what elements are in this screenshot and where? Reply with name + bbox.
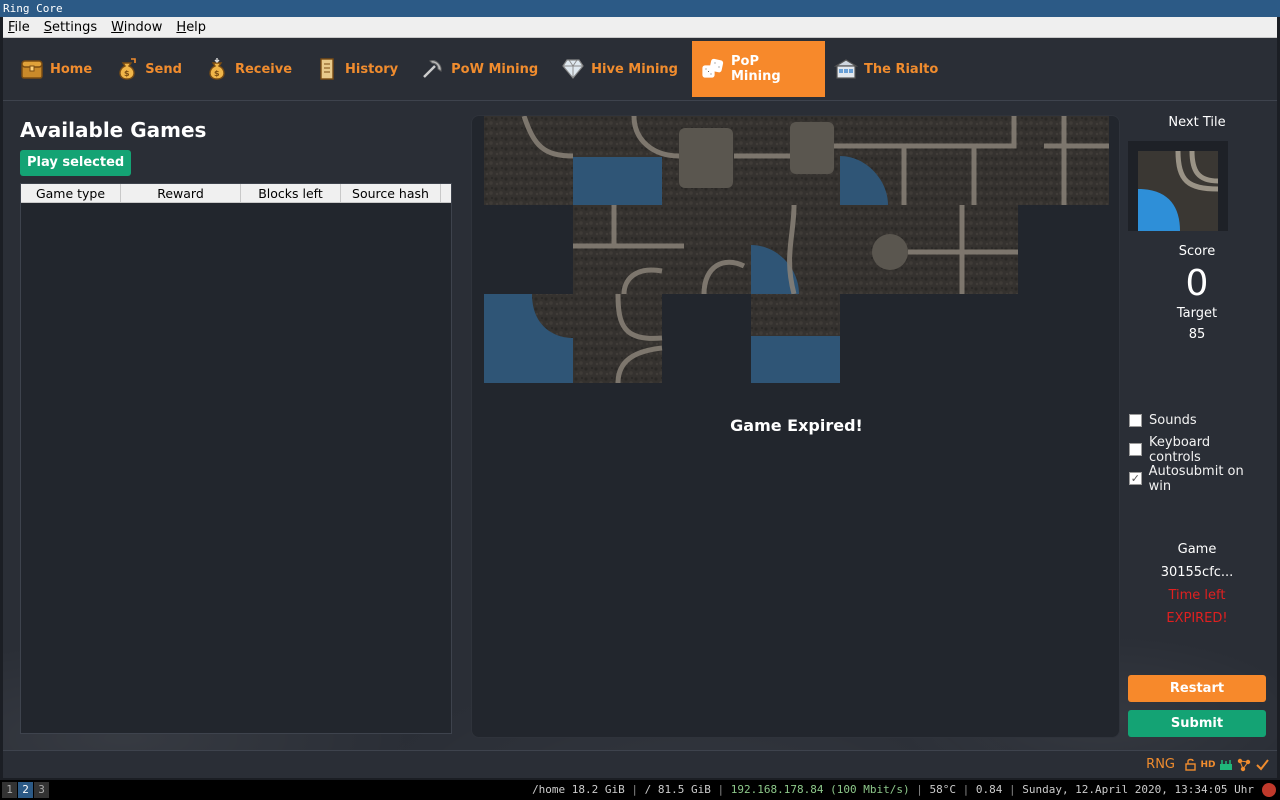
- system-taskbar: 1 2 3 /home 18.2 GiB | / 81.5 GiB | 192.…: [0, 780, 1280, 800]
- network-icon[interactable]: [1219, 758, 1233, 772]
- game-side-panel: Next Tile Score 0 Target 85 Sounds Keybo…: [1128, 115, 1266, 737]
- tab-receive-label: Receive: [234, 61, 293, 77]
- tab-hive-mining-label: Hive Mining: [591, 61, 678, 77]
- home-disk: /home 18.2 GiB: [532, 783, 625, 796]
- tile-row-3: [484, 293, 840, 384]
- column-reward[interactable]: Reward: [121, 184, 241, 202]
- status-indicators: RNG HD: [1146, 757, 1269, 772]
- game-id: 30155cfc...: [1160, 565, 1234, 580]
- scroll-icon: [315, 57, 339, 81]
- main-navigation: Home $ Send $ Receive History PoW Mining: [3, 38, 1277, 101]
- time-left-label: Time left: [1168, 588, 1226, 603]
- column-game-type[interactable]: Game type: [21, 184, 121, 202]
- tab-hive-mining[interactable]: Hive Mining: [552, 41, 692, 97]
- game-expired-message: Game Expired!: [730, 416, 863, 435]
- game-info: Game 30155cfc... Time left EXPIRED!: [1128, 538, 1266, 630]
- tab-send-label: Send: [145, 61, 182, 77]
- menu-help[interactable]: Help: [176, 20, 206, 35]
- tray-icon[interactable]: [1262, 783, 1276, 797]
- checkmark-icon[interactable]: [1255, 758, 1269, 772]
- target-value: 85: [1188, 327, 1206, 342]
- workspace-2[interactable]: 2: [18, 782, 33, 798]
- autosubmit-checkbox[interactable]: ✓: [1129, 472, 1142, 485]
- lock-open-icon[interactable]: [1183, 758, 1197, 772]
- next-tile-label: Next Tile: [1168, 115, 1226, 130]
- app-frame: Home $ Send $ Receive History PoW Mining: [3, 38, 1277, 778]
- menu-bar: File Settings Window Help: [3, 17, 1277, 38]
- money-bag-send-icon: $: [115, 57, 139, 81]
- games-table[interactable]: Game type Reward Blocks left Source hash: [20, 183, 452, 734]
- tab-the-rialto[interactable]: The Rialto: [825, 41, 952, 97]
- window-titlebar: Ring Core: [0, 0, 1280, 17]
- restart-button[interactable]: Restart: [1128, 675, 1266, 702]
- available-games-panel: Available Games Play selected Game type …: [20, 118, 453, 734]
- sounds-label: Sounds: [1149, 413, 1197, 428]
- dice-icon: [701, 57, 725, 81]
- tab-pow-mining-label: PoW Mining: [451, 61, 539, 77]
- tab-home-label: Home: [50, 61, 93, 77]
- tile-row-2: [573, 204, 1018, 295]
- game-label: Game: [1177, 542, 1217, 557]
- tab-home[interactable]: Home: [11, 41, 106, 97]
- diamond-icon: [561, 57, 585, 81]
- window-title: Ring Core: [3, 2, 63, 15]
- keyboard-controls-label: Keyboard controls: [1149, 434, 1211, 465]
- tab-history[interactable]: History: [306, 41, 412, 97]
- marketplace-icon: [833, 57, 858, 81]
- treasure-chest-icon: [20, 57, 44, 81]
- tile-row-1: [484, 116, 1109, 205]
- datetime: Sunday, 12.April 2020, 13:34:05 Uhr: [1022, 783, 1254, 796]
- menu-window[interactable]: Window: [111, 20, 162, 35]
- sounds-checkbox[interactable]: [1129, 414, 1142, 427]
- score-value: 0: [1185, 263, 1209, 304]
- system-load: 0.84: [975, 783, 1003, 796]
- available-games-title: Available Games: [20, 118, 207, 142]
- column-blocks-left[interactable]: Blocks left: [241, 184, 341, 202]
- tab-pow-mining[interactable]: PoW Mining: [412, 41, 552, 97]
- hd-icon[interactable]: HD: [1201, 758, 1216, 772]
- tile-grid: [484, 116, 1109, 384]
- column-source-hash[interactable]: Source hash: [341, 184, 441, 202]
- workspace-1[interactable]: 1: [2, 782, 17, 798]
- cpu-temp: 58°C: [929, 783, 956, 796]
- ticker-label: RNG: [1146, 757, 1175, 772]
- autosubmit-label: Autosubmit on win: [1148, 463, 1244, 494]
- workspace-3[interactable]: 3: [34, 782, 49, 798]
- score-label: Score: [1178, 244, 1216, 259]
- menu-settings[interactable]: Settings: [44, 20, 97, 35]
- keyboard-controls-checkbox[interactable]: [1129, 443, 1142, 456]
- svg-text:$: $: [214, 69, 220, 78]
- submit-button[interactable]: Submit: [1128, 710, 1266, 737]
- option-keyboard-controls[interactable]: Keyboard controls: [1128, 434, 1266, 465]
- pickaxe-icon: [421, 57, 445, 81]
- menu-file[interactable]: File: [8, 20, 30, 35]
- next-tile-preview: [1128, 141, 1228, 231]
- option-sounds[interactable]: Sounds: [1128, 406, 1266, 435]
- next-tile-image: [1138, 150, 1219, 231]
- play-selected-button[interactable]: Play selected: [20, 150, 132, 176]
- games-table-header: Game type Reward Blocks left Source hash: [21, 184, 451, 203]
- tab-history-label: History: [345, 61, 399, 77]
- nodes-icon[interactable]: [1237, 758, 1251, 772]
- option-autosubmit[interactable]: ✓ Autosubmit on win: [1128, 463, 1266, 494]
- svg-text:$: $: [124, 69, 130, 78]
- tab-receive[interactable]: $ Receive: [196, 41, 306, 97]
- game-board[interactable]: Game Expired!: [471, 115, 1120, 738]
- status-bar: RNG HD: [3, 750, 1277, 778]
- options-list: Sounds Keyboard controls ✓ Autosubmit on…: [1128, 406, 1266, 494]
- target-label: Target: [1176, 306, 1218, 321]
- tab-send[interactable]: $ Send: [106, 41, 196, 97]
- money-bag-receive-icon: $: [205, 57, 229, 81]
- time-left-value: EXPIRED!: [1166, 611, 1228, 626]
- root-disk: / 81.5 GiB: [644, 783, 711, 796]
- tab-the-rialto-label: The Rialto: [863, 61, 939, 77]
- tab-pop-mining-label: PoP Mining: [730, 54, 781, 84]
- ip-address: 192.168.178.84 (100 Mbit/s): [730, 783, 910, 796]
- system-status: /home 18.2 GiB | / 81.5 GiB | 192.168.17…: [532, 783, 1254, 796]
- tab-pop-mining[interactable]: PoP Mining: [691, 41, 825, 97]
